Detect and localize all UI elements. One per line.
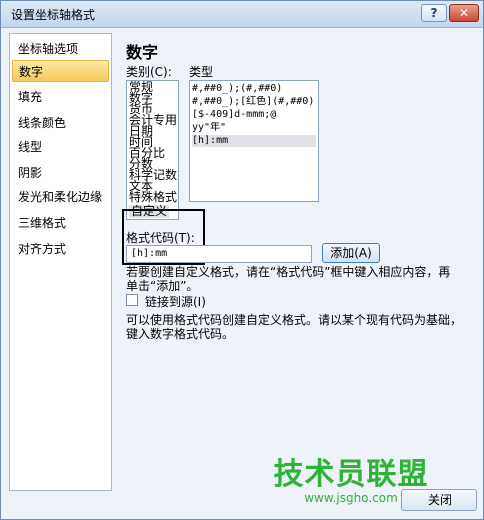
window-title: 设置坐标轴格式 — [11, 8, 96, 22]
type-item[interactable]: [$-409]d-mmm;@ — [192, 109, 316, 121]
link-to-source-label: 链接到源(I) — [145, 295, 206, 309]
title-bar: 设置坐标轴格式 ? ✕ — [1, 1, 483, 28]
nav-item-line-style[interactable]: 线型 — [12, 136, 109, 158]
category-list[interactable]: 常规 数字 货币 会计专用 日期 时间 百分比 分数 科学记数 文本 特殊格式 … — [126, 80, 179, 220]
type-item[interactable]: #,##0_);(#,##0) — [192, 83, 316, 95]
help-button[interactable]: ? — [421, 4, 447, 22]
panel-title: 数字 — [126, 43, 159, 62]
watermark-text: 技术员联盟 — [273, 457, 429, 492]
description-line-1: 可以使用格式代码创建自定义格式。请以某个现有代码为基础， — [126, 313, 463, 327]
watermark-url: www.jsgho.com — [304, 491, 398, 505]
format-axis-dialog: 设置坐标轴格式 ? ✕ 坐标轴选项 数字 填充 线条颜色 线型 阴影 发光和柔化… — [0, 0, 484, 520]
category-nav: 坐标轴选项 数字 填充 线条颜色 线型 阴影 发光和柔化边缘 三维格式 对齐方式 — [9, 33, 112, 491]
category-item[interactable]: 特殊格式 — [129, 191, 177, 203]
watermark: 技术员联盟 www.jsgho.com — [256, 449, 446, 505]
type-item[interactable]: #,##0_);[红色](#,##0) — [192, 96, 316, 108]
nav-item-axis-options[interactable]: 坐标轴选项 — [12, 38, 109, 60]
nav-item-fill[interactable]: 填充 — [12, 86, 109, 108]
format-code-input[interactable]: [h]:mm — [126, 245, 312, 263]
type-list[interactable]: #,##0_);(#,##0) #,##0_);[红色](#,##0) [$-4… — [189, 80, 319, 202]
add-button[interactable]: 添加(A) — [322, 243, 380, 263]
nav-item-line-color[interactable]: 线条颜色 — [12, 112, 109, 134]
hint-line-2: 单击“添加”。 — [126, 279, 199, 293]
hint-line-1: 若要创建自定义格式，请在“格式代码”框中键入相应内容，再 — [126, 265, 451, 279]
nav-item-3d-format[interactable]: 三维格式 — [12, 212, 109, 234]
nav-item-glow-soft-edges[interactable]: 发光和柔化边缘 — [12, 186, 109, 208]
type-item[interactable]: yy"年" — [192, 122, 316, 134]
format-code-label: 格式代码(T): — [126, 231, 195, 245]
nav-item-shadow[interactable]: 阴影 — [12, 162, 109, 184]
nav-item-number[interactable]: 数字 — [12, 60, 109, 82]
description-line-2: 键入数字格式代码。 — [126, 327, 235, 341]
nav-item-alignment[interactable]: 对齐方式 — [12, 238, 109, 260]
link-to-source-checkbox[interactable] — [126, 294, 138, 306]
category-label: 类别(C): — [126, 65, 172, 79]
type-label: 类型 — [189, 65, 214, 79]
type-item-selected[interactable]: [h]:mm — [192, 135, 316, 147]
close-window-button[interactable]: ✕ — [449, 4, 479, 22]
